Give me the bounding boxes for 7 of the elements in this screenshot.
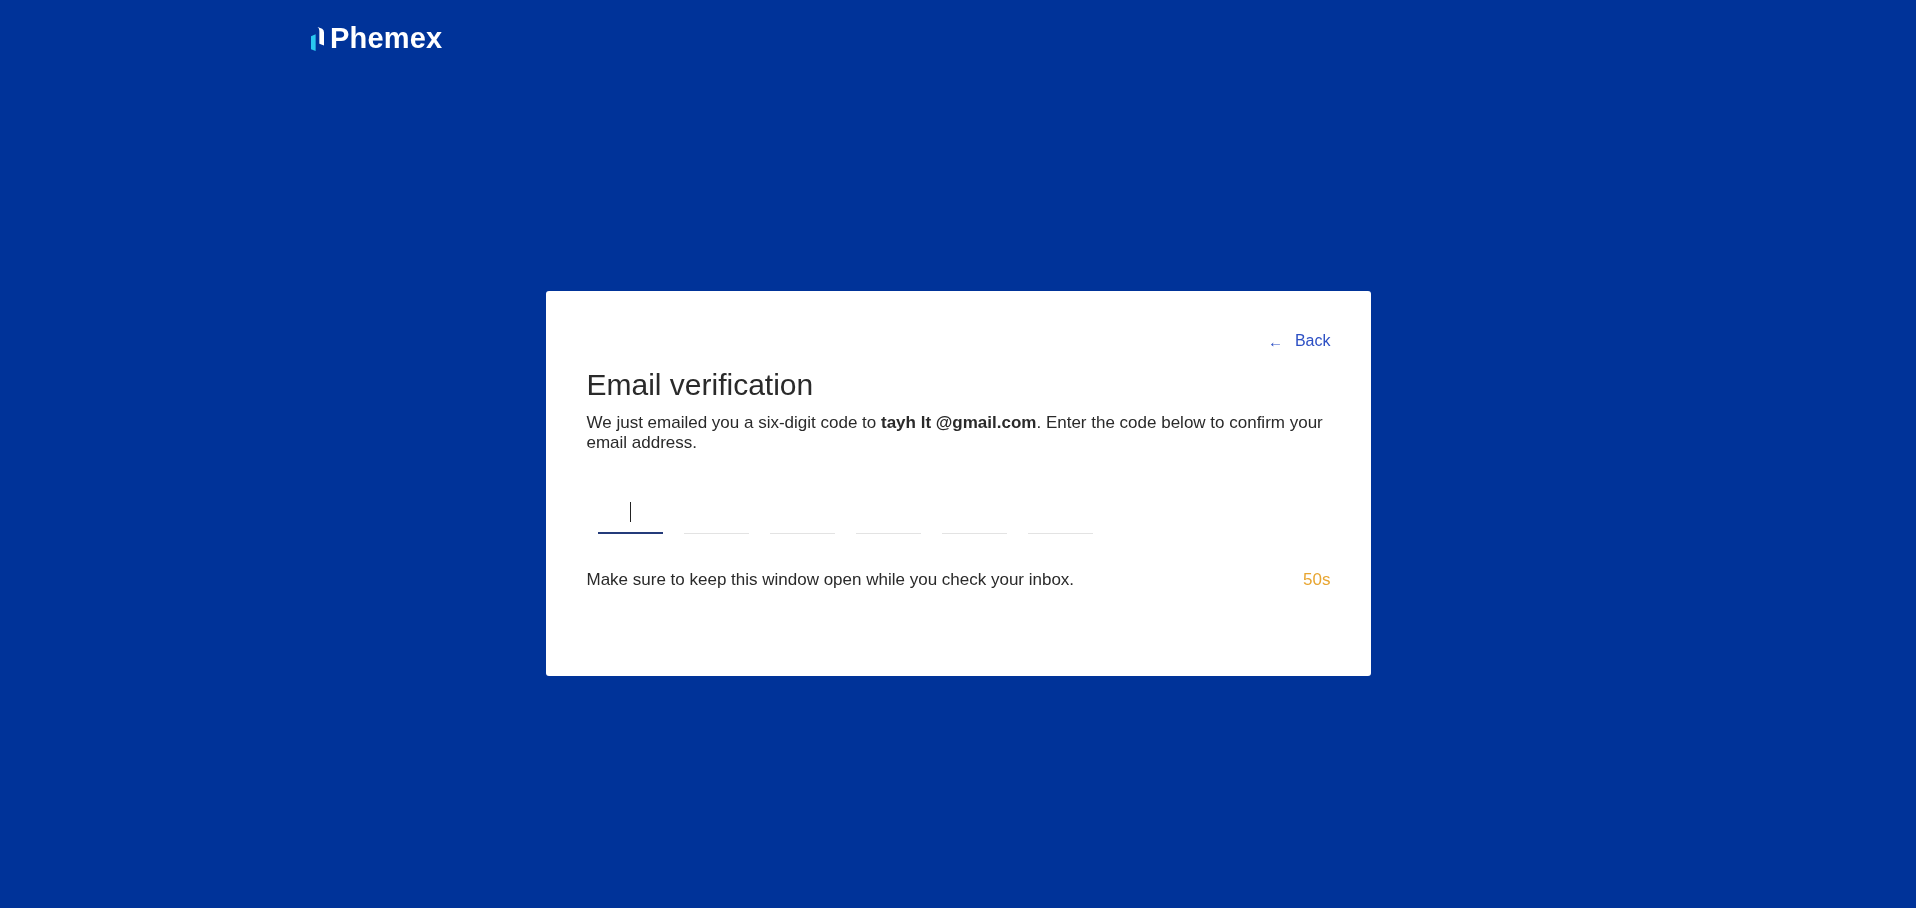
logo-text: Phemex: [330, 22, 443, 55]
instruction-text: We just emailed you a six-digit code to tayh lt @gmail.com. Enter the code below to confirm your email address.: [586, 413, 1324, 453]
logo-icon: [311, 25, 324, 52]
card-title: Email verification: [586, 367, 815, 403]
back-link[interactable]: ← Back: [1267, 329, 1331, 353]
countdown-timer: 50s: [1303, 570, 1331, 590]
hint-text: Make sure to keep this window open while you check your inbox.: [586, 570, 1075, 590]
